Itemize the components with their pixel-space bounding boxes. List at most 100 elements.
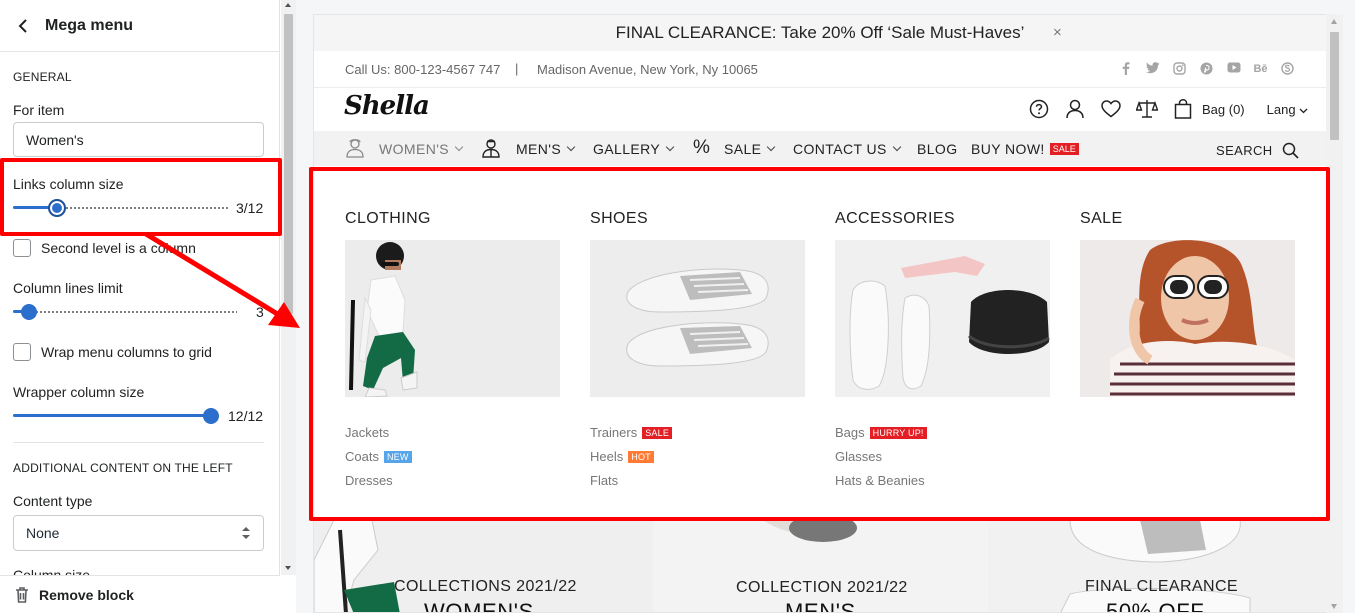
second-level-label: Second level is a column (41, 240, 196, 256)
topbar-separator: | (515, 61, 519, 76)
banner-sub-text: FINAL CLEARANCE (1085, 578, 1238, 595)
scrollbar-thumb[interactable] (1330, 32, 1339, 140)
brand-bar: Shella Bag (0) Lang (314, 89, 1326, 129)
banner-clearance[interactable]: FINAL CLEARANCE 50% OFF (990, 520, 1326, 613)
section-divider (13, 442, 264, 443)
checkbox-box[interactable] (13, 343, 31, 361)
panel-header: Mega menu (0, 0, 279, 52)
additional-content-heading: ADDITIONAL CONTENT ON THE LEFT (13, 461, 233, 475)
account-icon[interactable] (1064, 99, 1086, 119)
social-links: Bē (1118, 62, 1295, 76)
behance-icon[interactable]: Bē (1253, 62, 1268, 76)
select-arrows-icon (242, 527, 250, 539)
contact-phone: Call Us: 800-123-4567 747 (345, 62, 501, 77)
chevron-down-icon (566, 142, 576, 152)
slider-track (35, 311, 237, 313)
content-type-label: Content type (13, 493, 93, 509)
youtube-icon[interactable] (1226, 62, 1241, 76)
for-item-value: Women's (26, 131, 84, 148)
nav-buy-now-label: BUY NOW! (971, 141, 1045, 157)
banner-title: WOMEN'S (424, 599, 534, 613)
banner-title: 50% OFF (1106, 599, 1205, 613)
collection-banners: COLLECTIONS 2021/22 WOMEN'S COLLECTION 2… (314, 520, 1326, 613)
slider-fill (13, 414, 211, 417)
scroll-down-icon[interactable] (1331, 604, 1337, 609)
facebook-icon[interactable] (1118, 62, 1133, 76)
chevron-down-icon (665, 142, 675, 152)
scroll-up-icon[interactable] (285, 3, 291, 7)
store-logo[interactable]: Shella (344, 91, 430, 121)
compare-scale-icon[interactable] (1136, 99, 1158, 119)
nav-gallery[interactable]: GALLERY (593, 141, 675, 157)
language-selector[interactable]: Lang (1267, 102, 1309, 117)
nav-womens-label: WOMEN'S (379, 141, 450, 157)
womens-nav-icon (346, 138, 364, 163)
promo-close-button[interactable]: × (1053, 24, 1062, 41)
shopping-bag-icon[interactable] (1172, 99, 1194, 119)
header-icons: Bag (0) Lang (1028, 99, 1308, 119)
nav-blog[interactable]: BLOG (917, 141, 958, 157)
top-info-bar: Call Us: 800-123-4567 747 | Madison Aven… (314, 52, 1326, 88)
main-navigation: WOMEN'S MEN'S GALLERY % SALE CONTACT US … (314, 131, 1326, 166)
highlight-box-mega-menu (309, 167, 1330, 521)
checkbox-box[interactable] (13, 239, 31, 257)
wrap-columns-checkbox[interactable]: Wrap menu columns to grid (13, 343, 212, 361)
nav-womens[interactable]: WOMEN'S (379, 141, 464, 157)
second-level-checkbox[interactable]: Second level is a column (13, 239, 196, 257)
nav-buy-now[interactable]: BUY NOW! SALE (971, 141, 1079, 157)
nav-contact-label: CONTACT US (793, 141, 887, 157)
help-icon[interactable] (1028, 99, 1050, 119)
slider-thumb[interactable] (203, 408, 219, 424)
scroll-down-icon[interactable] (285, 566, 291, 570)
remove-block-label: Remove block (39, 586, 134, 603)
trash-icon (16, 586, 28, 603)
banner-sub-text: COLLECTIONS 2021/22 (394, 578, 577, 595)
nav-contact[interactable]: CONTACT US (793, 141, 901, 157)
wrapper-column-slider[interactable] (13, 407, 219, 425)
for-item-label: For item (13, 102, 65, 118)
banner-womens[interactable]: COLLECTIONS 2021/22 WOMEN'S (314, 520, 652, 613)
nav-search-label: SEARCH (1216, 143, 1273, 158)
content-type-select[interactable]: None (13, 515, 264, 551)
nav-mens[interactable]: MEN'S (516, 141, 576, 157)
banner-mens[interactable]: COLLECTION 2021/22 MEN'S (653, 520, 989, 612)
content-type-value: None (26, 525, 60, 541)
mens-nav-icon (482, 138, 500, 163)
panel-title: Mega menu (45, 16, 134, 34)
scroll-up-icon[interactable] (1331, 19, 1337, 24)
highlight-box-links-column (0, 158, 282, 236)
banner-sub-text: COLLECTION 2021/22 (736, 579, 908, 596)
for-item-input[interactable]: Women's (13, 122, 264, 157)
store-address: Madison Avenue, New York, Ny 10065 (537, 62, 758, 77)
skype-icon[interactable] (1280, 62, 1295, 76)
column-lines-value: 3 (256, 304, 264, 320)
chevron-down-icon (767, 142, 776, 152)
panel-scrollbar[interactable] (281, 0, 296, 575)
general-heading: GENERAL (13, 70, 72, 84)
scrollbar-thumb[interactable] (284, 14, 293, 314)
chevron-down-icon (1299, 108, 1308, 113)
instagram-icon[interactable] (1172, 62, 1187, 76)
nav-percent[interactable]: % (693, 137, 710, 159)
wishlist-heart-icon[interactable] (1100, 99, 1122, 119)
lang-label: Lang (1266, 101, 1296, 117)
wrapper-column-label: Wrapper column size (13, 384, 145, 400)
slider-thumb[interactable] (21, 304, 37, 320)
column-lines-slider[interactable] (13, 303, 237, 321)
nav-sale-label: SALE (724, 141, 762, 157)
pinterest-icon[interactable] (1199, 62, 1214, 76)
nav-gallery-label: GALLERY (593, 141, 661, 157)
remove-block-button[interactable]: Remove block (0, 575, 280, 613)
sale-badge: SALE (1049, 143, 1079, 155)
promo-text: FINAL CLEARANCE: Take 20% Off ‘Sale Must… (615, 23, 1025, 42)
wrapper-column-value: 12/12 (228, 408, 264, 424)
chevron-left-icon (18, 18, 27, 33)
column-lines-label: Column lines limit (13, 280, 123, 296)
nav-sale[interactable]: SALE (724, 141, 776, 157)
promo-bar: FINAL CLEARANCE: Take 20% Off ‘Sale Must… (314, 15, 1326, 51)
nav-search[interactable]: SEARCH (1216, 142, 1299, 159)
nav-mens-label: MEN'S (516, 141, 562, 157)
twitter-icon[interactable] (1145, 62, 1160, 76)
back-button[interactable] (14, 17, 32, 35)
bag-label[interactable]: Bag (0) (1202, 102, 1245, 117)
